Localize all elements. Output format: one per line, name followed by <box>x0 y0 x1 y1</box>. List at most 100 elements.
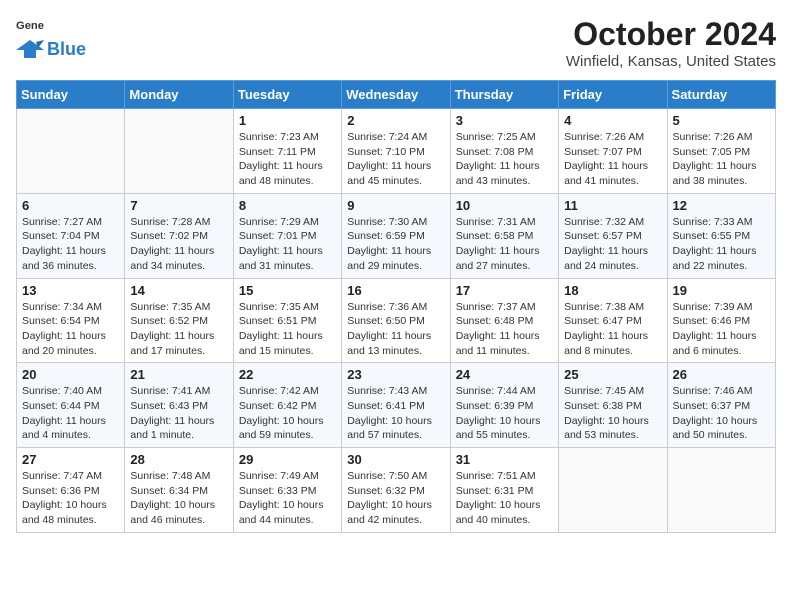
day-info: Sunrise: 7:39 AM Sunset: 6:46 PM Dayligh… <box>673 300 770 359</box>
calendar-cell: 9Sunrise: 7:30 AM Sunset: 6:59 PM Daylig… <box>342 193 450 278</box>
calendar-cell: 12 Sunrise: 7:33 AM Sunset: 6:55 PM Dayli… <box>667 193 775 278</box>
day-number: 27 <box>22 452 119 467</box>
day-number: 12 <box>673 198 770 213</box>
day-number: 29 <box>239 452 336 467</box>
day-number: 15 <box>239 283 336 298</box>
day-number: 26 <box>673 367 770 382</box>
day-info: Sunrise: 7:25 AM Sunset: 7:08 PM Dayligh… <box>456 130 553 189</box>
day-number: 11 <box>564 198 661 213</box>
calendar-cell: 8 Sunrise: 7:29 AM Sunset: 7:01 PM Daylig… <box>233 193 341 278</box>
day-info: Sunrise: 7:48 AM Sunset: 6:34 PM Dayligh… <box>130 469 227 528</box>
calendar-cell <box>559 448 667 533</box>
day-info: Sunrise: 7:44 AM Sunset: 6:39 PM Dayligh… <box>456 384 553 443</box>
calendar-cell <box>667 448 775 533</box>
calendar-cell <box>125 109 233 194</box>
weekday-header-friday: Friday <box>559 81 667 109</box>
day-info: Sunrise: 7:34 AM Sunset: 6:54 PM Dayligh… <box>22 300 119 359</box>
weekday-header-monday: Monday <box>125 81 233 109</box>
calendar-cell: 2 Sunrise: 7:24 AM Sunset: 7:10 PM Daylig… <box>342 109 450 194</box>
calendar-cell: 18 Sunrise: 7:38 AM Sunset: 6:47 PM Dayli… <box>559 278 667 363</box>
weekday-header-wednesday: Wednesday <box>342 81 450 109</box>
day-info: Sunrise: 7:35 AM Sunset: 6:51 PM Dayligh… <box>239 300 336 359</box>
day-number: 7 <box>130 198 227 213</box>
day-number: 2 <box>347 113 444 128</box>
svg-text:General: General <box>16 20 44 32</box>
day-number: 10 <box>456 198 553 213</box>
calendar-table: SundayMondayTuesdayWednesdayThursdayFrid… <box>16 80 776 533</box>
day-number: 17 <box>456 283 553 298</box>
day-number: 16 <box>347 283 444 298</box>
calendar-cell: 24 Sunrise: 7:44 AM Sunset: 6:39 PM Dayli… <box>450 363 558 448</box>
calendar-cell: 4 Sunrise: 7:26 AM Sunset: 7:07 PM Daylig… <box>559 109 667 194</box>
calendar-cell: 1Sunrise: 7:23 AM Sunset: 7:11 PM Daylig… <box>233 109 341 194</box>
calendar-cell <box>17 109 125 194</box>
day-info: Sunrise: 7:28 AM Sunset: 7:02 PM Dayligh… <box>130 215 227 274</box>
logo: General Blue <box>16 16 86 60</box>
general-blue-icon: General <box>16 16 44 38</box>
day-info: Sunrise: 7:24 AM Sunset: 7:10 PM Dayligh… <box>347 130 444 189</box>
calendar-cell: 6Sunrise: 7:27 AM Sunset: 7:04 PM Daylig… <box>17 193 125 278</box>
day-info: Sunrise: 7:37 AM Sunset: 6:48 PM Dayligh… <box>456 300 553 359</box>
day-number: 22 <box>239 367 336 382</box>
calendar-cell: 23 Sunrise: 7:43 AM Sunset: 6:41 PM Dayli… <box>342 363 450 448</box>
weekday-header-row: SundayMondayTuesdayWednesdayThursdayFrid… <box>17 81 776 109</box>
calendar-cell: 28Sunrise: 7:48 AM Sunset: 6:34 PM Dayli… <box>125 448 233 533</box>
day-info: Sunrise: 7:36 AM Sunset: 6:50 PM Dayligh… <box>347 300 444 359</box>
day-info: Sunrise: 7:26 AM Sunset: 7:07 PM Dayligh… <box>564 130 661 189</box>
day-number: 18 <box>564 283 661 298</box>
day-info: Sunrise: 7:30 AM Sunset: 6:59 PM Dayligh… <box>347 215 444 274</box>
day-number: 14 <box>130 283 227 298</box>
weekday-header-tuesday: Tuesday <box>233 81 341 109</box>
calendar-cell: 13 Sunrise: 7:34 AM Sunset: 6:54 PM Dayli… <box>17 278 125 363</box>
calendar-week-row: 27 Sunrise: 7:47 AM Sunset: 6:36 PM Dayli… <box>17 448 776 533</box>
day-number: 24 <box>456 367 553 382</box>
calendar-cell: 7 Sunrise: 7:28 AM Sunset: 7:02 PM Daylig… <box>125 193 233 278</box>
day-info: Sunrise: 7:47 AM Sunset: 6:36 PM Dayligh… <box>22 469 119 528</box>
day-number: 5 <box>673 113 770 128</box>
day-info: Sunrise: 7:42 AM Sunset: 6:42 PM Dayligh… <box>239 384 336 443</box>
calendar-cell: 29 Sunrise: 7:49 AM Sunset: 6:33 PM Dayli… <box>233 448 341 533</box>
calendar-cell: 19 Sunrise: 7:39 AM Sunset: 6:46 PM Dayli… <box>667 278 775 363</box>
calendar-cell: 15 Sunrise: 7:35 AM Sunset: 6:51 PM Dayli… <box>233 278 341 363</box>
day-info: Sunrise: 7:41 AM Sunset: 6:43 PM Dayligh… <box>130 384 227 443</box>
day-info: Sunrise: 7:31 AM Sunset: 6:58 PM Dayligh… <box>456 215 553 274</box>
day-info: Sunrise: 7:40 AM Sunset: 6:44 PM Dayligh… <box>22 384 119 443</box>
day-number: 13 <box>22 283 119 298</box>
calendar-cell: 17 Sunrise: 7:37 AM Sunset: 6:48 PM Dayli… <box>450 278 558 363</box>
day-info: Sunrise: 7:33 AM Sunset: 6:55 PM Dayligh… <box>673 215 770 274</box>
day-info: Sunrise: 7:51 AM Sunset: 6:31 PM Dayligh… <box>456 469 553 528</box>
day-number: 20 <box>22 367 119 382</box>
calendar-week-row: 6Sunrise: 7:27 AM Sunset: 7:04 PM Daylig… <box>17 193 776 278</box>
calendar-cell: 3Sunrise: 7:25 AM Sunset: 7:08 PM Daylig… <box>450 109 558 194</box>
calendar-cell: 30 Sunrise: 7:50 AM Sunset: 6:32 PM Dayli… <box>342 448 450 533</box>
day-info: Sunrise: 7:29 AM Sunset: 7:01 PM Dayligh… <box>239 215 336 274</box>
day-info: Sunrise: 7:35 AM Sunset: 6:52 PM Dayligh… <box>130 300 227 359</box>
day-info: Sunrise: 7:49 AM Sunset: 6:33 PM Dayligh… <box>239 469 336 528</box>
day-number: 19 <box>673 283 770 298</box>
blue-bird-icon <box>16 38 44 60</box>
day-info: Sunrise: 7:43 AM Sunset: 6:41 PM Dayligh… <box>347 384 444 443</box>
calendar-week-row: 1Sunrise: 7:23 AM Sunset: 7:11 PM Daylig… <box>17 109 776 194</box>
calendar-cell: 20 Sunrise: 7:40 AM Sunset: 6:44 PM Dayli… <box>17 363 125 448</box>
day-number: 31 <box>456 452 553 467</box>
title-block: October 2024 Winfield, Kansas, United St… <box>566 16 776 70</box>
calendar-cell: 21 Sunrise: 7:41 AM Sunset: 6:43 PM Dayli… <box>125 363 233 448</box>
day-number: 25 <box>564 367 661 382</box>
calendar-week-row: 20 Sunrise: 7:40 AM Sunset: 6:44 PM Dayli… <box>17 363 776 448</box>
calendar-cell: 26Sunrise: 7:46 AM Sunset: 6:37 PM Dayli… <box>667 363 775 448</box>
calendar-week-row: 13 Sunrise: 7:34 AM Sunset: 6:54 PM Dayli… <box>17 278 776 363</box>
calendar-cell: 14 Sunrise: 7:35 AM Sunset: 6:52 PM Dayli… <box>125 278 233 363</box>
day-info: Sunrise: 7:38 AM Sunset: 6:47 PM Dayligh… <box>564 300 661 359</box>
calendar-cell: 27 Sunrise: 7:47 AM Sunset: 6:36 PM Dayli… <box>17 448 125 533</box>
day-number: 8 <box>239 198 336 213</box>
day-number: 4 <box>564 113 661 128</box>
day-info: Sunrise: 7:50 AM Sunset: 6:32 PM Dayligh… <box>347 469 444 528</box>
calendar-cell: 11Sunrise: 7:32 AM Sunset: 6:57 PM Dayli… <box>559 193 667 278</box>
day-number: 23 <box>347 367 444 382</box>
day-number: 1 <box>239 113 336 128</box>
page-header: General Blue October 2024 Winfield, Kans… <box>16 16 776 70</box>
day-number: 30 <box>347 452 444 467</box>
day-number: 21 <box>130 367 227 382</box>
weekday-header-saturday: Saturday <box>667 81 775 109</box>
day-number: 6 <box>22 198 119 213</box>
